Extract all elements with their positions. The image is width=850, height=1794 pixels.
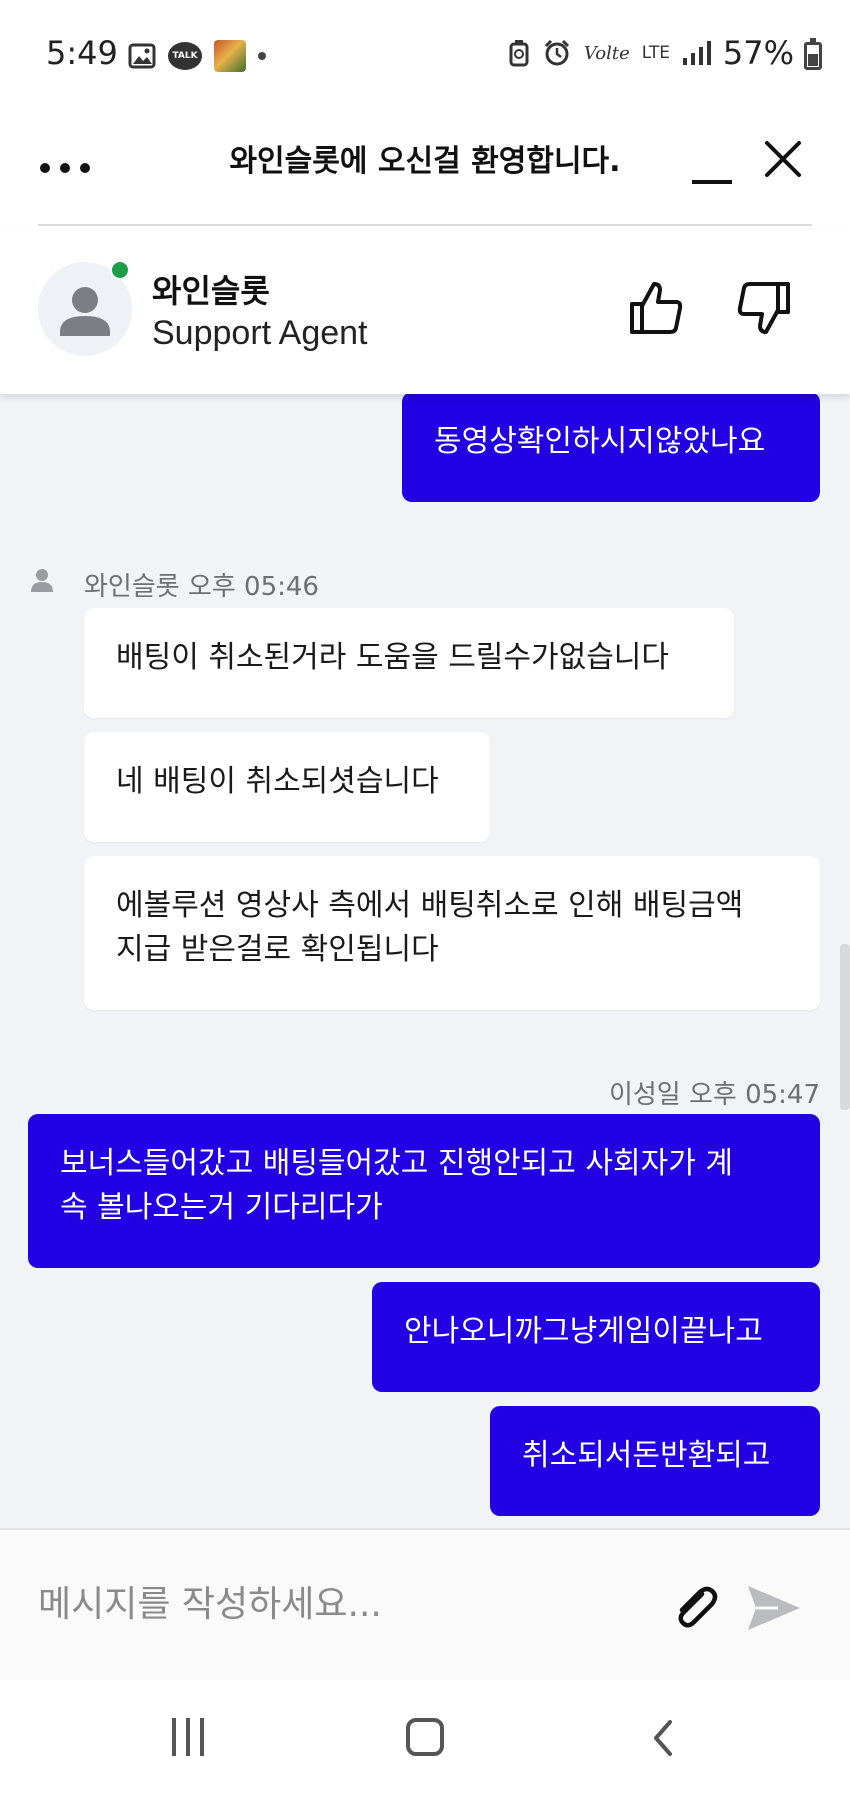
battery-saver-icon — [509, 40, 529, 67]
battery-icon — [804, 38, 822, 70]
volte-indicator: Volte — [583, 42, 630, 64]
status-time: 5:49 — [46, 34, 118, 72]
agent-message: 에볼루션 영상사 측에서 배팅취소로 인해 배팅금액 지급 받은걸로 확인됩니다 — [84, 856, 820, 1010]
person-icon — [31, 569, 53, 592]
kakaotalk-icon: TALK — [168, 42, 202, 70]
user-message: 취소되서돈반환되고 — [490, 1406, 820, 1516]
lte-indicator: LTE — [641, 43, 670, 63]
system-icons: Volte LTE — [508, 38, 712, 68]
agent-message: 배팅이 취소된거라 도움을 드릴수가없습니다 — [84, 608, 734, 718]
more-notifications-icon — [258, 52, 266, 60]
user-message-meta: 이성일 오후 05:47 — [608, 1080, 820, 1110]
user-message: 동영상확인하시지않았나요 — [402, 394, 820, 502]
game-app-icon — [214, 40, 246, 72]
signal-icon — [683, 41, 711, 65]
agent-role: Support Agent — [152, 314, 368, 352]
alarm-icon — [544, 39, 569, 66]
agent-info-bar: 와인슬롯 Support Agent — [0, 226, 850, 394]
send-icon[interactable] — [744, 1580, 804, 1636]
user-message: 안나오니까그냥게임이끝나고 — [372, 1282, 820, 1392]
gallery-icon — [128, 43, 156, 69]
close-icon[interactable] — [758, 134, 808, 184]
message-composer — [0, 1528, 850, 1680]
recents-icon[interactable] — [168, 1718, 208, 1758]
online-status-indicator — [110, 260, 130, 280]
home-icon[interactable] — [406, 1718, 444, 1756]
paperclip-icon[interactable] — [668, 1580, 724, 1636]
agent-message-meta: 와인슬롯 오후 05:46 — [84, 572, 319, 602]
minimize-icon[interactable] — [692, 160, 734, 190]
chat-messages[interactable]: 동영상확인하시지않았나요 와인슬롯 오후 05:46 배팅이 취소된거라 도움을… — [0, 394, 850, 1528]
thumbs-up-icon[interactable] — [626, 278, 686, 338]
thumbs-down-icon[interactable] — [734, 278, 794, 338]
user-message: 보너스들어갔고 배팅들어갔고 진행안되고 사회자가 계 속 볼나오는거 기다리다… — [28, 1114, 820, 1268]
message-input[interactable] — [38, 1576, 638, 1632]
scrollbar[interactable] — [840, 944, 850, 1110]
chat-header: 와인슬롯에 오신걸 환영합니다. — [0, 110, 850, 226]
battery-percent: 57% — [722, 34, 794, 72]
notification-icons: TALK — [128, 40, 266, 72]
agent-name: 와인슬롯 — [152, 272, 270, 310]
agent-message: 네 배팅이 취소되셧습니다 — [84, 732, 490, 842]
system-nav-bar — [0, 1680, 850, 1794]
status-bar: 5:49 TALK Volte LTE 57% — [0, 0, 850, 110]
back-icon[interactable] — [648, 1716, 678, 1760]
